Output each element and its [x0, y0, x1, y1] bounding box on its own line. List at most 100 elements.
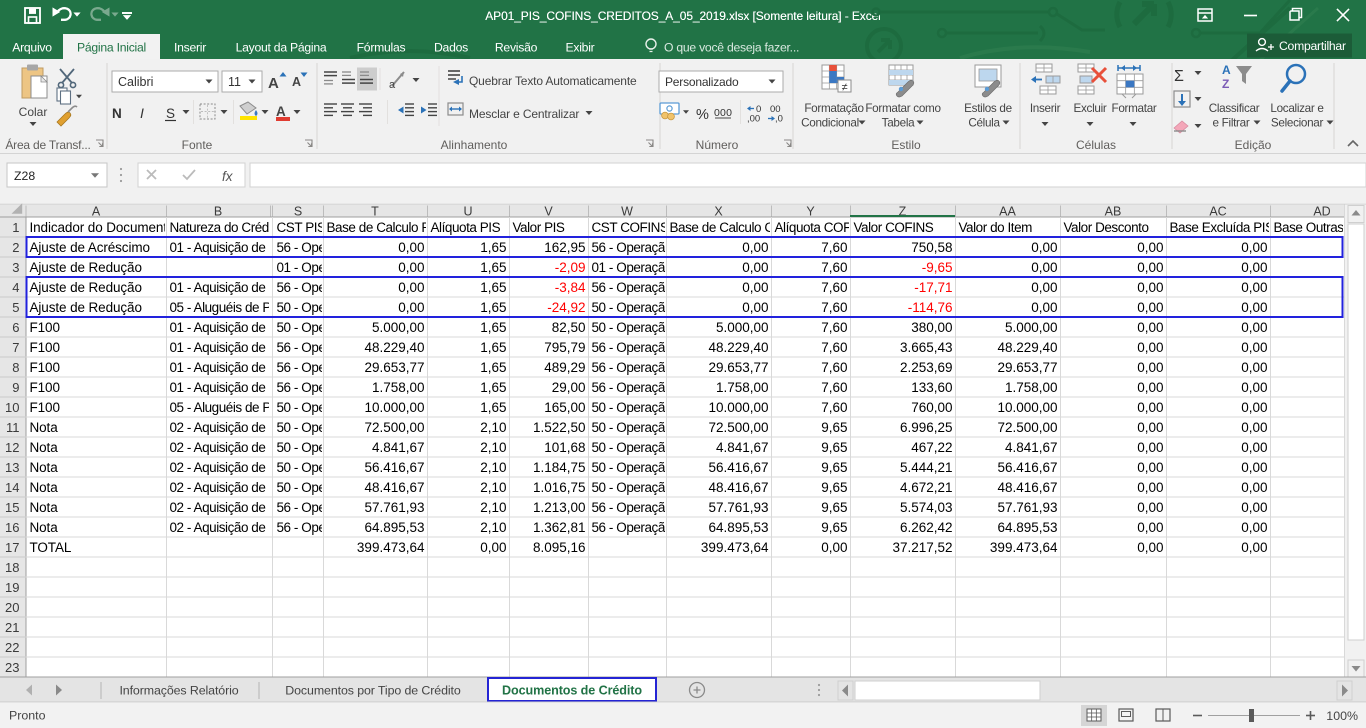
svg-text:AD: AD: [1313, 204, 1330, 218]
svg-text:Nota: Nota: [30, 460, 59, 475]
svg-text:48.229,40: 48.229,40: [997, 340, 1057, 355]
svg-text:AC: AC: [1209, 204, 1226, 218]
svg-text:0,00: 0,00: [1137, 440, 1163, 455]
svg-text:101,68: 101,68: [544, 440, 585, 455]
svg-text:Z28: Z28: [14, 169, 35, 183]
svg-text:1.016,75: 1.016,75: [533, 480, 586, 495]
svg-text:7,60: 7,60: [821, 280, 847, 295]
svg-text:10: 10: [5, 400, 19, 415]
svg-text:8: 8: [12, 360, 19, 375]
svg-text:0,00: 0,00: [1031, 300, 1057, 315]
svg-text:7,60: 7,60: [821, 360, 847, 375]
svg-text:Alíquota PIS: Alíquota PIS: [431, 220, 501, 235]
svg-text:1,65: 1,65: [480, 360, 506, 375]
svg-text:0,00: 0,00: [742, 300, 768, 315]
svg-text:2,10: 2,10: [480, 420, 506, 435]
svg-text:56.416,67: 56.416,67: [364, 460, 424, 475]
svg-text:Arquivo: Arquivo: [12, 41, 52, 55]
svg-text:4.841,67: 4.841,67: [1005, 440, 1058, 455]
svg-text:Colar: Colar: [19, 105, 48, 119]
svg-text:0,00: 0,00: [1241, 520, 1267, 535]
svg-text:19: 19: [5, 580, 19, 595]
svg-text:AP01_PIS_COFINS_CREDITOS_A_05_: AP01_PIS_COFINS_CREDITOS_A_05_2019.xlsx …: [485, 9, 880, 23]
svg-text:Natureza do Crédito: Natureza do Crédito: [170, 220, 282, 235]
svg-text:0,00: 0,00: [1137, 480, 1163, 495]
svg-text:1.362,81: 1.362,81: [533, 520, 586, 535]
svg-text:AA: AA: [999, 204, 1016, 218]
svg-text:A: A: [292, 75, 301, 89]
svg-text:23: 23: [5, 660, 19, 675]
svg-text:0,00: 0,00: [1137, 400, 1163, 415]
svg-text:29,00: 29,00: [552, 380, 586, 395]
svg-text:Tabela: Tabela: [882, 117, 915, 130]
svg-text:9: 9: [12, 380, 19, 395]
svg-text:Nota: Nota: [30, 520, 59, 535]
svg-text:0,00: 0,00: [1137, 280, 1163, 295]
svg-text:0,00: 0,00: [398, 260, 424, 275]
svg-text:0,00: 0,00: [1137, 260, 1163, 275]
svg-text:CST PIS: CST PIS: [277, 220, 327, 235]
svg-text:0,00: 0,00: [742, 260, 768, 275]
svg-text:1,65: 1,65: [480, 320, 506, 335]
svg-text:Valor do Item: Valor do Item: [959, 220, 1033, 235]
svg-text:0,00: 0,00: [398, 280, 424, 295]
svg-text:Excluir: Excluir: [1074, 102, 1107, 115]
svg-text:9,65: 9,65: [821, 520, 847, 535]
svg-text:F100: F100: [30, 320, 60, 335]
svg-text:0,00: 0,00: [1137, 500, 1163, 515]
svg-text:10.000,00: 10.000,00: [364, 400, 424, 415]
svg-text:,00: ,00: [747, 114, 760, 125]
svg-text:%: %: [696, 107, 709, 123]
svg-text:5.000,00: 5.000,00: [716, 320, 769, 335]
svg-text:100%: 100%: [1326, 709, 1358, 723]
svg-text:399.473,64: 399.473,64: [357, 540, 425, 555]
svg-text:9,65: 9,65: [821, 460, 847, 475]
svg-text:1,65: 1,65: [480, 260, 506, 275]
svg-text:0,00: 0,00: [480, 540, 506, 555]
svg-text:1,65: 1,65: [480, 380, 506, 395]
svg-text:fx: fx: [222, 169, 234, 184]
svg-text:Inserir: Inserir: [174, 41, 206, 55]
svg-text:0,00: 0,00: [1137, 520, 1163, 535]
svg-text:2,10: 2,10: [480, 480, 506, 495]
svg-text:0,00: 0,00: [398, 240, 424, 255]
svg-text:1,65: 1,65: [480, 400, 506, 415]
svg-text:795,79: 795,79: [544, 340, 585, 355]
svg-text:000: 000: [714, 107, 732, 119]
svg-text:0,00: 0,00: [742, 240, 768, 255]
svg-text:Z: Z: [1222, 77, 1229, 91]
svg-text:X: X: [714, 204, 723, 218]
svg-text:5.000,00: 5.000,00: [1005, 320, 1058, 335]
svg-text:0,00: 0,00: [1241, 380, 1267, 395]
svg-text:Estilos de: Estilos de: [964, 102, 1012, 115]
svg-text:0,00: 0,00: [1137, 540, 1163, 555]
svg-text:72.500,00: 72.500,00: [364, 420, 424, 435]
svg-text:7,60: 7,60: [821, 240, 847, 255]
svg-text:0,00: 0,00: [1031, 260, 1057, 275]
svg-text:1.758,00: 1.758,00: [1005, 380, 1058, 395]
svg-text:82,50: 82,50: [552, 320, 586, 335]
svg-text:0,00: 0,00: [1137, 320, 1163, 335]
svg-text:9,65: 9,65: [821, 480, 847, 495]
svg-text:0,00: 0,00: [1137, 460, 1163, 475]
svg-text:e Filtrar: e Filtrar: [1213, 117, 1250, 130]
svg-text:Mesclar e Centralizar: Mesclar e Centralizar: [469, 107, 579, 121]
svg-text:6.262,42: 6.262,42: [900, 520, 953, 535]
svg-text:Nota: Nota: [30, 440, 59, 455]
svg-text:5.574,03: 5.574,03: [900, 500, 953, 515]
svg-text:2: 2: [12, 240, 19, 255]
svg-text:1: 1: [12, 220, 19, 235]
svg-text:7,60: 7,60: [821, 340, 847, 355]
svg-text:Pronto: Pronto: [9, 709, 46, 723]
svg-text:467,22: 467,22: [911, 440, 952, 455]
svg-text:V: V: [544, 204, 553, 218]
svg-text:57.761,93: 57.761,93: [708, 500, 768, 515]
svg-text:0,00: 0,00: [1031, 240, 1057, 255]
svg-text:0,00: 0,00: [821, 540, 847, 555]
svg-text:2,10: 2,10: [480, 440, 506, 455]
svg-text:162,95: 162,95: [544, 240, 585, 255]
svg-text:Condicional: Condicional: [801, 117, 859, 130]
svg-text:48.229,40: 48.229,40: [364, 340, 424, 355]
svg-text:Alinhamento: Alinhamento: [441, 138, 508, 152]
svg-text:0,00: 0,00: [1241, 300, 1267, 315]
